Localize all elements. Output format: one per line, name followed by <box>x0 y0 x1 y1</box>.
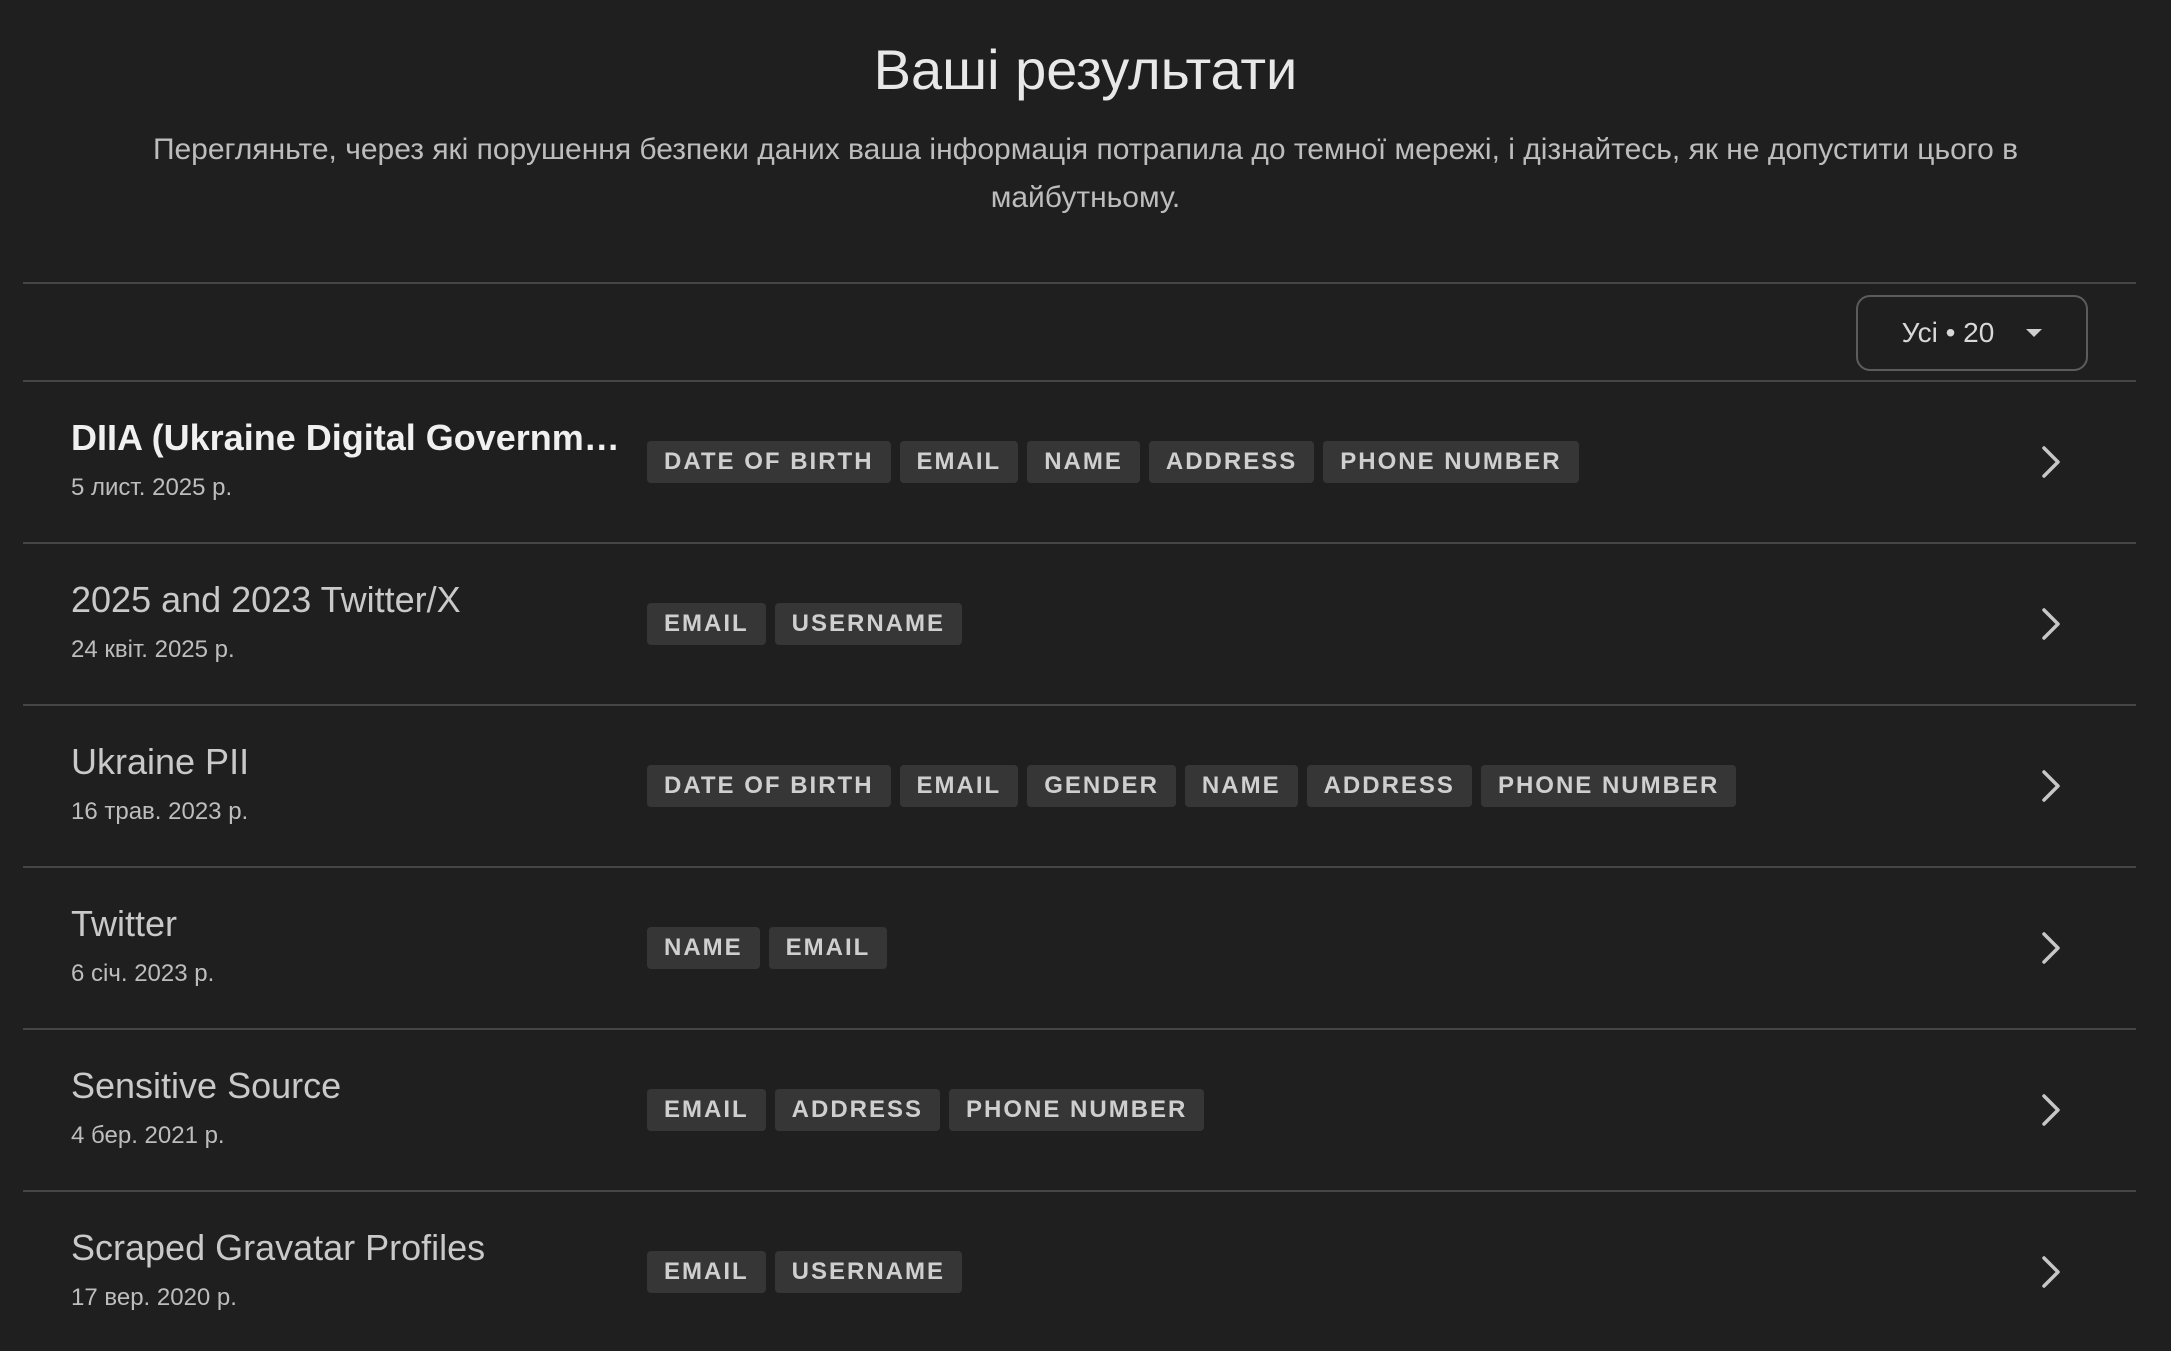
breach-rows: DIIA (Ukraine Digital Governm… 5 лист. 20… <box>23 382 2136 1351</box>
data-type-tag: EMAIL <box>647 1089 766 1131</box>
breach-title: Ukraine PII <box>71 741 250 782</box>
data-type-tags: EMAIL USERNAME <box>647 1251 963 1293</box>
filter-label: Усі • 20 <box>1901 317 1995 348</box>
data-type-tag: DATE OF BIRTH <box>647 765 891 807</box>
data-type-tags: EMAIL USERNAME <box>647 603 963 645</box>
breach-list: Усі • 20 DIIA (Ukraine Digital Governm… 5… <box>23 282 2136 1351</box>
data-type-tag: ADDRESS <box>1306 765 1472 807</box>
results-page: Ваші результати Перегляньте, через які п… <box>0 0 2171 1351</box>
data-type-tags: NAME EMAIL <box>647 927 888 969</box>
breach-info: Sensitive Source 4 бер. 2021 р. <box>71 1064 626 1150</box>
data-type-tag: EMAIL <box>768 927 888 969</box>
breach-info: Twitter 6 січ. 2023 р. <box>71 902 626 988</box>
breach-title: 2025 and 2023 Twitter/X <box>71 579 461 620</box>
data-type-tag: NAME <box>647 927 760 969</box>
breach-date: 24 квіт. 2025 р. <box>71 636 235 663</box>
chevron-right-icon[interactable] <box>2030 442 2070 482</box>
breach-row[interactable]: Twitter 6 січ. 2023 р. NAME EMAIL <box>23 868 2136 1028</box>
data-type-tags: DATE OF BIRTH EMAIL NAME ADDRESS PHONE NUMBE… <box>647 441 1579 483</box>
chevron-right-icon[interactable] <box>2030 1090 2070 1130</box>
breach-date: 4 бер. 2021 р. <box>71 1122 225 1149</box>
data-type-tag: EMAIL <box>899 441 1019 483</box>
breach-date: 16 трав. 2023 р. <box>71 798 249 825</box>
breach-row[interactable]: DIIA (Ukraine Digital Governm… 5 лист. 20… <box>23 382 2136 542</box>
caret-down-icon <box>2026 329 2043 337</box>
breach-row[interactable]: Sensitive Source 4 бер. 2021 р. EMAIL ADDRE… <box>23 1030 2136 1190</box>
page-subtitle: Перегляньте, через які порушення безпеки… <box>152 133 2019 214</box>
breach-info: Ukraine PII 16 трав. 2023 р. <box>71 740 626 826</box>
filter-dropdown[interactable]: Усі • 20 <box>1856 295 2088 371</box>
filter-bar: Усі • 20 <box>23 284 2136 380</box>
breach-title: Scraped Gravatar Profiles <box>71 1227 486 1268</box>
chevron-right-icon[interactable] <box>2030 766 2070 806</box>
data-type-tag: ADDRESS <box>774 1089 941 1131</box>
data-type-tag: EMAIL <box>647 1251 766 1293</box>
breach-title: Twitter <box>71 903 178 944</box>
data-type-tag: EMAIL <box>899 765 1019 807</box>
data-type-tag: DATE OF BIRTH <box>647 441 891 483</box>
data-type-tag: USERNAME <box>774 603 963 645</box>
breach-row[interactable]: Ukraine PII 16 трав. 2023 р. DATE OF BIRTH… <box>23 706 2136 866</box>
data-type-tags: DATE OF BIRTH EMAIL GENDER NAME ADDRESS PHONE… <box>647 765 1737 807</box>
data-type-tag: PHONE NUMBER <box>1323 441 1579 483</box>
data-type-tag: PHONE NUMBER <box>949 1089 1205 1131</box>
header: Ваші результати Перегляньте, через які п… <box>0 0 2171 222</box>
breach-date: 6 січ. 2023 р. <box>71 960 215 987</box>
data-type-tag: ADDRESS <box>1148 441 1315 483</box>
data-type-tag: GENDER <box>1027 765 1176 807</box>
breach-date: 17 вер. 2020 р. <box>71 1284 237 1311</box>
data-type-tag: EMAIL <box>647 603 766 645</box>
breach-info: Scraped Gravatar Profiles 17 вер. 2020 р. <box>71 1226 626 1312</box>
data-type-tag: NAME <box>1184 765 1298 807</box>
breach-row[interactable]: Scraped Gravatar Profiles 17 вер. 2020 р.… <box>23 1192 2136 1351</box>
data-type-tag: PHONE NUMBER <box>1480 765 1737 807</box>
data-type-tag: NAME <box>1027 441 1140 483</box>
page-title: Ваші результати <box>873 38 1298 101</box>
data-type-tags: EMAIL ADDRESS PHONE NUMBER <box>647 1089 1205 1131</box>
breach-title: DIIA (Ukraine Digital Governm… <box>71 417 620 458</box>
data-type-tag: USERNAME <box>774 1251 963 1293</box>
breach-row[interactable]: 2025 and 2023 Twitter/X 24 квіт. 2025 р. E… <box>23 544 2136 704</box>
breach-info: 2025 and 2023 Twitter/X 24 квіт. 2025 р. <box>71 578 626 664</box>
chevron-right-icon[interactable] <box>2030 604 2070 644</box>
breach-info: DIIA (Ukraine Digital Governm… 5 лист. 20… <box>71 416 626 502</box>
breach-title: Sensitive Source <box>71 1065 342 1106</box>
chevron-right-icon[interactable] <box>2030 1252 2070 1292</box>
breach-date: 5 лист. 2025 р. <box>71 474 233 501</box>
chevron-right-icon[interactable] <box>2030 928 2070 968</box>
